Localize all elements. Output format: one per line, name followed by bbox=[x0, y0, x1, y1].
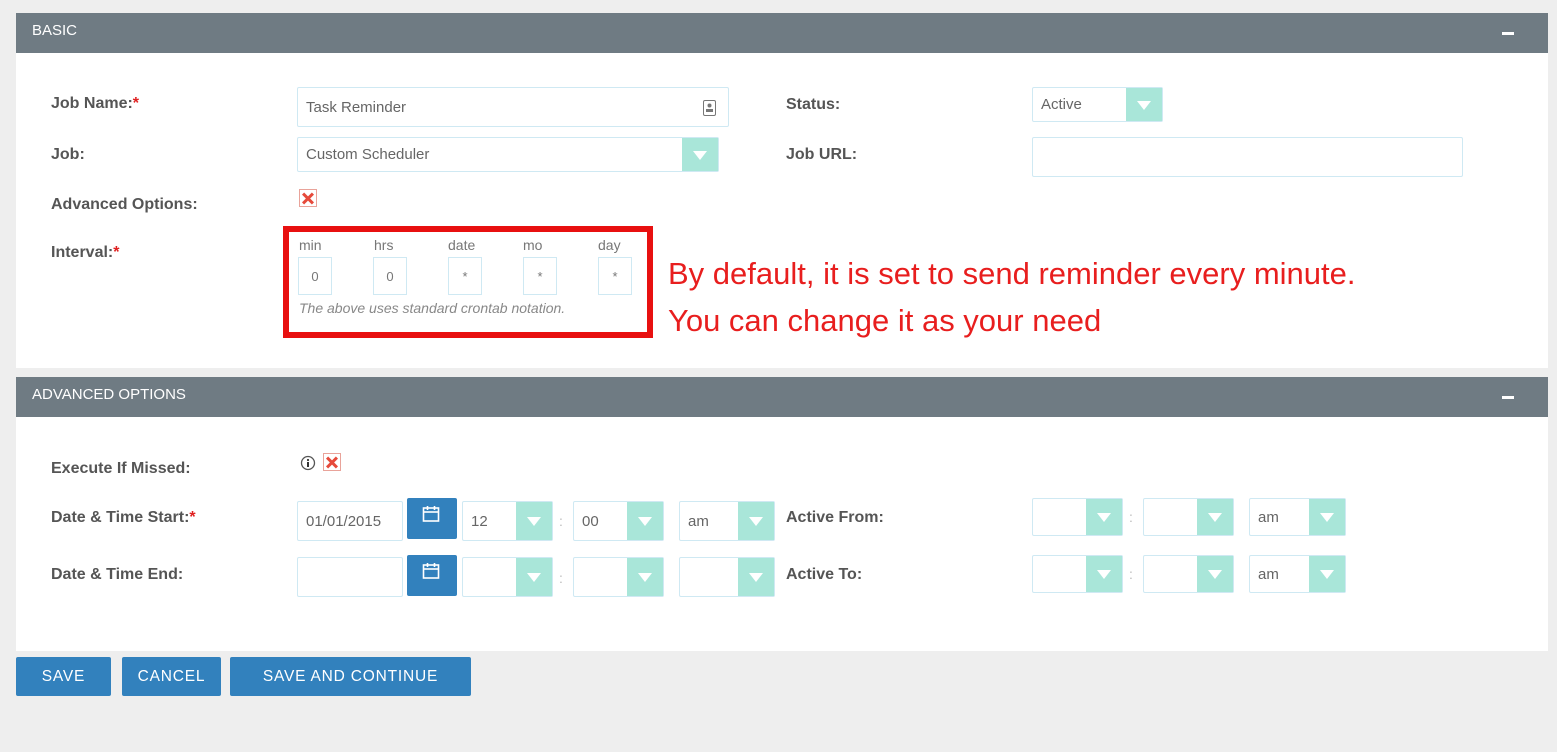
calendar-icon bbox=[422, 506, 440, 522]
chevron-down-icon[interactable] bbox=[516, 558, 552, 596]
info-icon[interactable] bbox=[300, 455, 316, 471]
job-select[interactable]: Custom Scheduler bbox=[297, 137, 719, 172]
interval-label: Interval:* bbox=[51, 244, 120, 261]
cron-label-hrs: hrs bbox=[374, 237, 394, 253]
advanced-panel-header[interactable]: ADVANCED OPTIONS bbox=[16, 377, 1548, 417]
active-to-ampm-value: am bbox=[1258, 565, 1279, 583]
cron-min-input[interactable]: 0 bbox=[298, 257, 332, 295]
chevron-down-icon[interactable] bbox=[738, 558, 774, 596]
active-from-ampm-select[interactable]: am bbox=[1249, 498, 1346, 536]
job-url-input[interactable] bbox=[1032, 137, 1463, 177]
start-hour-select[interactable]: 12 bbox=[462, 501, 553, 541]
time-separator: : bbox=[559, 570, 563, 586]
cron-label-day: day bbox=[598, 237, 621, 253]
execute-if-missed-checkbox[interactable] bbox=[323, 453, 341, 471]
job-label: Job: bbox=[51, 146, 85, 163]
chevron-down-icon[interactable] bbox=[1309, 556, 1345, 592]
active-to-ampm-select[interactable]: am bbox=[1249, 555, 1346, 593]
chevron-down-icon[interactable] bbox=[1126, 88, 1162, 121]
cron-note: The above uses standard crontab notation… bbox=[299, 300, 566, 316]
cron-day-input[interactable]: * bbox=[598, 257, 632, 295]
cron-mo-input[interactable]: * bbox=[523, 257, 557, 295]
chevron-down-icon[interactable] bbox=[516, 502, 552, 540]
chevron-down-icon[interactable] bbox=[1086, 499, 1122, 535]
collapse-icon[interactable] bbox=[1502, 396, 1514, 399]
chevron-down-icon[interactable] bbox=[1086, 556, 1122, 592]
end-ampm-select[interactable] bbox=[679, 557, 775, 597]
job-name-value: Task Reminder bbox=[306, 98, 407, 116]
status-label: Status: bbox=[786, 96, 841, 113]
start-date-value: 01/01/2015 bbox=[306, 512, 382, 530]
start-ampm-select[interactable]: am bbox=[679, 501, 775, 541]
save-and-continue-button[interactable]: SAVE AND CONTINUE bbox=[230, 657, 471, 696]
cancel-button[interactable]: CANCEL bbox=[122, 657, 221, 696]
job-select-value: Custom Scheduler bbox=[306, 146, 430, 163]
advanced-options-label: Advanced Options: bbox=[51, 196, 198, 213]
chevron-down-icon[interactable] bbox=[1309, 499, 1345, 535]
active-to-minute-select[interactable] bbox=[1143, 555, 1234, 593]
advanced-options-checkbox[interactable] bbox=[299, 189, 317, 207]
chevron-down-icon[interactable] bbox=[1197, 499, 1233, 535]
annotation-line-2: You can change it as your need bbox=[668, 303, 1102, 338]
chevron-down-icon[interactable] bbox=[627, 558, 663, 596]
active-from-hour-select[interactable] bbox=[1032, 498, 1123, 536]
advanced-panel-title: ADVANCED OPTIONS bbox=[32, 386, 186, 403]
chevron-down-icon[interactable] bbox=[738, 502, 774, 540]
basic-panel-header[interactable]: BASIC bbox=[16, 13, 1548, 53]
end-calendar-button[interactable] bbox=[407, 555, 457, 596]
end-minute-select[interactable] bbox=[573, 557, 664, 597]
job-name-label: Job Name:* bbox=[51, 95, 140, 112]
contact-card-icon bbox=[703, 100, 716, 116]
end-hour-select[interactable] bbox=[462, 557, 553, 597]
date-time-end-label: Date & Time End: bbox=[51, 566, 184, 583]
active-from-minute-select[interactable] bbox=[1143, 498, 1234, 536]
status-select-value: Active bbox=[1041, 96, 1082, 113]
annotation-line-1: By default, it is set to send reminder e… bbox=[668, 256, 1356, 291]
chevron-down-icon[interactable] bbox=[682, 138, 718, 171]
execute-if-missed-label: Execute If Missed: bbox=[51, 460, 191, 477]
active-from-ampm-value: am bbox=[1258, 508, 1279, 526]
cron-date-input[interactable]: * bbox=[448, 257, 482, 295]
date-time-start-label: Date & Time Start:* bbox=[51, 509, 196, 526]
time-separator: : bbox=[1129, 566, 1133, 582]
cron-label-mo: mo bbox=[523, 237, 543, 253]
save-button[interactable]: SAVE bbox=[16, 657, 111, 696]
status-select[interactable]: Active bbox=[1032, 87, 1163, 122]
basic-panel-title: BASIC bbox=[32, 22, 78, 39]
start-hour-value: 12 bbox=[471, 512, 488, 530]
cron-label-min: min bbox=[299, 237, 322, 253]
start-minute-value: 00 bbox=[582, 512, 599, 530]
cron-hrs-input[interactable]: 0 bbox=[373, 257, 407, 295]
end-date-input[interactable] bbox=[297, 557, 403, 597]
start-minute-select[interactable]: 00 bbox=[573, 501, 664, 541]
start-date-input[interactable]: 01/01/2015 bbox=[297, 501, 403, 541]
start-ampm-value: am bbox=[688, 512, 709, 530]
cron-label-date: date bbox=[448, 237, 476, 253]
start-calendar-button[interactable] bbox=[407, 498, 457, 539]
collapse-icon[interactable] bbox=[1502, 32, 1514, 35]
active-to-hour-select[interactable] bbox=[1032, 555, 1123, 593]
active-to-label: Active To: bbox=[786, 566, 863, 583]
time-separator: : bbox=[559, 513, 563, 529]
active-from-label: Active From: bbox=[786, 509, 884, 526]
chevron-down-icon[interactable] bbox=[627, 502, 663, 540]
job-url-label: Job URL: bbox=[786, 146, 858, 163]
chevron-down-icon[interactable] bbox=[1197, 556, 1233, 592]
calendar-icon bbox=[422, 563, 440, 579]
job-name-input[interactable]: Task Reminder bbox=[297, 87, 729, 127]
time-separator: : bbox=[1129, 509, 1133, 525]
